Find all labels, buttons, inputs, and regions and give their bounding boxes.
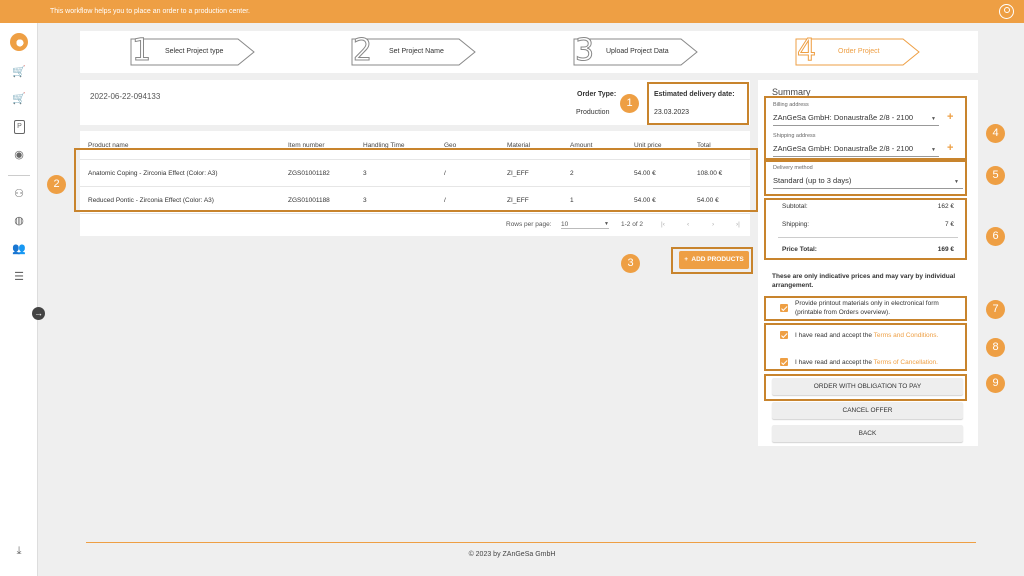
step-label: Upload Project Data	[606, 48, 669, 55]
annotation-badge-9: 9	[986, 374, 1005, 393]
workflow-message: This workflow helps you to place an orde…	[50, 8, 250, 15]
annotation-badge-7: 7	[986, 300, 1005, 319]
rows-per-page-value: 10	[561, 221, 569, 228]
highlight-box	[764, 323, 967, 371]
pagination-range: 1-2 of 2	[621, 221, 644, 228]
footer-divider	[86, 542, 976, 543]
project-id: 2022-06-22-094133	[90, 92, 161, 101]
step-label: Select Project type	[165, 48, 224, 55]
highlight-box	[764, 160, 967, 196]
annotation-badge-5: 5	[986, 166, 1005, 185]
parking-icon[interactable]: P	[14, 120, 25, 134]
step-upload-project-data[interactable]: 3 Upload Project Data	[573, 33, 699, 68]
last-page-icon[interactable]: ›|	[736, 221, 740, 228]
order-type-label: Order Type:	[577, 91, 617, 98]
step-order-project[interactable]: 4 Order Project	[795, 33, 921, 68]
groups-icon[interactable]: ⚇	[12, 187, 26, 201]
step-number: 4	[796, 33, 817, 68]
annotation-badge-2: 2	[47, 175, 66, 194]
user-account-icon[interactable]	[999, 4, 1014, 19]
expand-sidebar-icon[interactable]: →	[32, 307, 45, 320]
users-icon[interactable]: 👥	[12, 242, 26, 256]
annotation-badge-4: 4	[986, 124, 1005, 143]
top-bar: This workflow helps you to place an orde…	[0, 0, 1024, 23]
cart-alt-icon[interactable]: 🛒	[12, 92, 26, 106]
highlight-box	[74, 148, 758, 212]
highlight-box	[671, 247, 753, 274]
sidebar-divider	[8, 175, 30, 176]
rows-per-page-select[interactable]: 10 ▼	[561, 221, 609, 229]
annotation-badge-1: 1	[620, 94, 639, 113]
dropdown-caret-icon: ▼	[604, 221, 609, 227]
highlight-box	[764, 96, 967, 160]
footer-copyright: © 2023 by ZAnGeSa GmbH	[468, 551, 556, 558]
annotation-badge-3: 3	[621, 254, 640, 273]
sidebar: 🛒 🛒 P ◉ ⚇ ◍ 👥 ☰ ⤓	[0, 23, 38, 576]
rows-per-page-label: Rows per page:	[506, 221, 552, 228]
highlight-box	[764, 374, 967, 401]
cancel-offer-button[interactable]: CANCEL OFFER	[772, 402, 963, 419]
step-number: 2	[352, 33, 373, 68]
profile-icon[interactable]: ◉	[12, 148, 26, 162]
workflow-stepper: 1 Select Project type 2 Set Project Name…	[80, 31, 978, 73]
annotation-badge-6: 6	[986, 227, 1005, 246]
table-footer-divider	[80, 213, 750, 214]
step-select-project-type[interactable]: 1 Select Project type	[130, 33, 256, 68]
highlight-box	[764, 198, 967, 260]
next-page-icon[interactable]: ›	[712, 221, 714, 228]
highlight-box	[647, 82, 749, 125]
step-label: Order Project	[838, 48, 880, 55]
settings-sliders-icon[interactable]: ☰	[12, 270, 26, 284]
previous-page-icon[interactable]: ‹	[687, 221, 689, 228]
step-set-project-name[interactable]: 2 Set Project Name	[351, 33, 477, 68]
cart-icon[interactable]: 🛒	[12, 65, 26, 79]
highlight-box	[764, 296, 967, 321]
first-page-icon[interactable]: |‹	[661, 221, 665, 228]
step-number: 3	[574, 33, 595, 68]
step-number: 1	[131, 33, 152, 68]
step-label: Set Project Name	[389, 48, 444, 55]
indicative-prices-note: These are only indicative prices and may…	[772, 273, 956, 289]
app-logo[interactable]	[10, 33, 28, 51]
back-button[interactable]: BACK	[772, 425, 963, 442]
order-type-value: Production	[576, 109, 610, 116]
annotation-badge-8: 8	[986, 338, 1005, 357]
palette-icon[interactable]: ◍	[12, 214, 26, 228]
